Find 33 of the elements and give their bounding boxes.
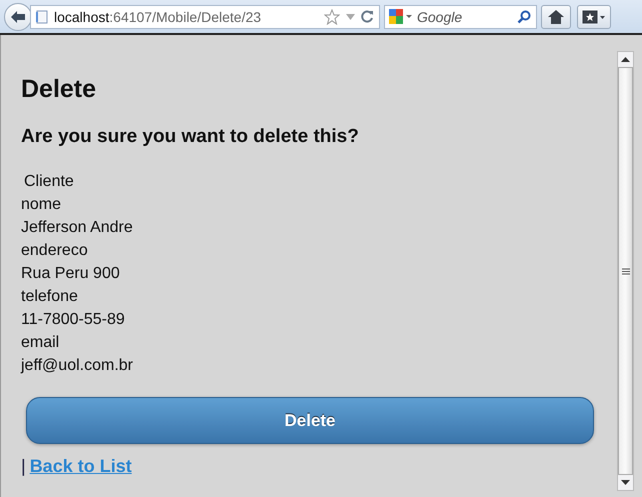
search-icon[interactable] xyxy=(517,10,531,24)
field-value: Jefferson Andre xyxy=(21,218,134,238)
search-field[interactable]: Google xyxy=(384,4,537,28)
field-value: 11-7800-55-89 xyxy=(21,310,126,330)
back-to-list-link[interactable]: Back to List xyxy=(30,456,132,477)
confirm-question: Are you sure you want to delete this? xyxy=(21,126,360,148)
field-label: nome xyxy=(21,195,62,215)
field-label: telefone xyxy=(21,287,79,307)
bookmarks-button[interactable] xyxy=(577,4,611,28)
delete-button[interactable]: Delete xyxy=(26,397,594,444)
separator-text: | xyxy=(21,456,26,477)
field-label: email xyxy=(21,333,60,353)
back-arrow-icon xyxy=(10,10,26,24)
page-title: Delete xyxy=(21,75,98,104)
field-value: jeff@uol.com.br xyxy=(21,356,134,376)
grip-icon xyxy=(622,268,630,274)
url-text: localhost:64107/Mobile/Delete/23 xyxy=(54,8,262,24)
address-bar[interactable]: localhost:64107/Mobile/Delete/23 xyxy=(30,4,380,28)
home-icon xyxy=(548,10,564,24)
home-button[interactable] xyxy=(541,4,571,28)
field-label: endereco xyxy=(21,241,89,261)
scroll-thumb[interactable] xyxy=(618,67,633,475)
legend-text: Cliente xyxy=(23,172,75,192)
scroll-up-icon[interactable] xyxy=(621,57,630,62)
star-icon[interactable] xyxy=(324,8,340,24)
page-icon xyxy=(36,10,48,24)
back-button[interactable] xyxy=(4,2,32,30)
search-engine-icon[interactable] xyxy=(388,8,414,26)
scrollbar[interactable] xyxy=(617,51,634,491)
reload-icon[interactable] xyxy=(361,10,374,23)
field-value: Rua Peru 900 xyxy=(21,264,121,284)
bookmark-star-icon xyxy=(582,10,606,24)
scroll-down-icon[interactable] xyxy=(621,480,630,485)
